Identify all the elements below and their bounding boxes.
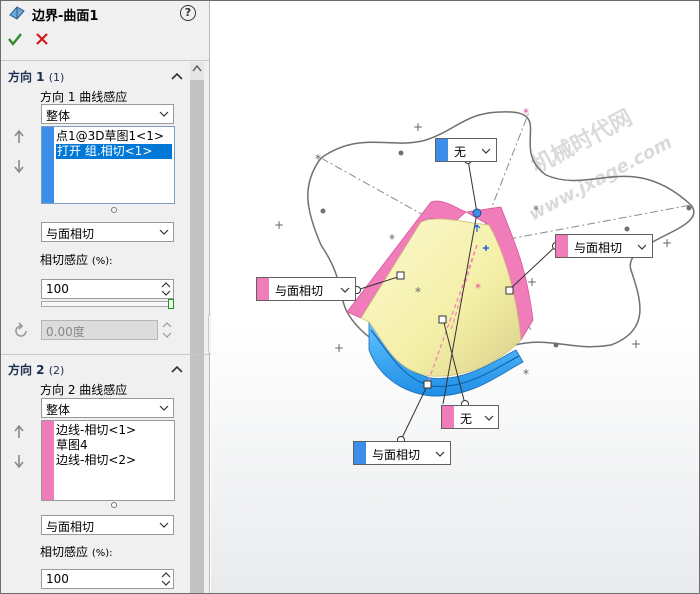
- apex-point: [472, 208, 482, 218]
- svg-text:+: +: [527, 275, 537, 289]
- dir2-curve-influence-label: 方向 2 曲线感应: [40, 383, 128, 397]
- help-icon[interactable]: ?: [180, 5, 196, 21]
- dropdown-arrow-icon: [159, 522, 169, 528]
- list-item[interactable]: 边线-相切<1>: [56, 423, 136, 438]
- slider-thumb[interactable]: [168, 299, 174, 309]
- move-down-arrow-icon[interactable]: [12, 453, 26, 469]
- rotate-angle-icon: [15, 322, 27, 337]
- svg-text:+: +: [413, 120, 423, 134]
- separator: [0, 354, 209, 355]
- spin-down-icon[interactable]: [160, 289, 172, 297]
- dir1-curve-influence-label: 方向 1 曲线感应: [40, 90, 128, 104]
- svg-text:*: *: [523, 106, 529, 120]
- svg-text:*: *: [415, 285, 421, 299]
- dir1-angle-input[interactable]: 0.00度: [41, 320, 158, 340]
- spin-down-icon[interactable]: [160, 579, 172, 587]
- move-down-arrow-icon[interactable]: [12, 158, 26, 174]
- graphics-viewport[interactable]: 机械时代网 www.jxage.com * * * * * + + + + + …: [211, 0, 700, 594]
- svg-text:*: *: [533, 203, 539, 217]
- svg-text:*: *: [389, 232, 395, 246]
- spin-up-icon[interactable]: [160, 281, 172, 289]
- dir2-curves-list[interactable]: 边线-相切<1> 草图4 边线-相切<2>: [41, 420, 175, 501]
- callout-right-tangent[interactable]: 与面相切: [555, 234, 653, 258]
- list-item[interactable]: 点1@3D草图1<1>: [56, 129, 164, 144]
- dropdown-arrow-icon: [159, 405, 169, 411]
- dropdown-arrow-icon: [159, 111, 169, 117]
- callout-color-stripe: [442, 406, 454, 428]
- dir2-tangent-influence-input[interactable]: 100: [41, 569, 174, 589]
- svg-text:*: *: [523, 367, 529, 381]
- list-item[interactable]: 边线-相切<2>: [56, 453, 136, 468]
- ok-check-icon[interactable]: [7, 31, 23, 47]
- dropdown-arrow-icon: [637, 244, 647, 250]
- callout-bottom-none[interactable]: 无: [441, 405, 499, 429]
- svg-text:+: +: [274, 218, 284, 232]
- feature-title: 边界-曲面1: [32, 9, 99, 24]
- separator: [0, 60, 209, 61]
- angle-spin-buttons-icon[interactable]: [160, 320, 174, 340]
- title-bar: 边界-曲面1 ?: [0, 0, 209, 26]
- callout-color-stripe: [354, 442, 366, 464]
- dir2-curve-influence-select[interactable]: 整体: [41, 398, 174, 418]
- cancel-x-icon[interactable]: [34, 31, 50, 47]
- svg-text:+: +: [631, 337, 641, 351]
- dropdown-arrow-icon: [435, 451, 445, 457]
- dir1-curve-influence-select[interactable]: 整体: [41, 104, 174, 124]
- direction1-header[interactable]: 方向 1 (1): [8, 68, 64, 85]
- dir2-tangent-influence-label: 相切感应 (%):: [40, 545, 113, 559]
- boundary-surface-icon: [9, 6, 25, 20]
- dropdown-arrow-icon: [159, 229, 169, 235]
- callout-bottom-tangent[interactable]: 与面相切: [353, 441, 451, 465]
- resize-handle[interactable]: [111, 502, 117, 508]
- callout-color-stripe: [436, 139, 448, 161]
- callout-left-tangent[interactable]: 与面相切: [256, 277, 356, 301]
- callout-top-none[interactable]: 无: [435, 138, 497, 162]
- scroll-up-arrow-icon[interactable]: [190, 62, 204, 76]
- dir1-tangent-influence-label: 相切感应 (%):: [40, 253, 113, 267]
- svg-text:+: +: [662, 236, 672, 250]
- collapse-caret-icon[interactable]: [170, 364, 184, 374]
- dropdown-arrow-icon: [484, 415, 494, 421]
- svg-text:*: *: [315, 152, 321, 166]
- dir1-tangent-influence-input[interactable]: 100: [41, 279, 174, 299]
- direction2-header[interactable]: 方向 2 (2): [8, 361, 64, 378]
- dir1-color-stripe: [42, 127, 54, 203]
- spin-up-icon[interactable]: [160, 571, 172, 579]
- svg-text:+: +: [334, 341, 344, 355]
- move-up-arrow-icon[interactable]: [12, 129, 26, 145]
- resize-handle[interactable]: [111, 207, 117, 213]
- property-manager: 边界-曲面1 ? 方向 1 (1) 方向 1 曲线感应 整体 点1@3D草图1<…: [0, 0, 210, 594]
- scroll-thumb[interactable]: [190, 80, 204, 594]
- callout-color-stripe: [556, 235, 568, 257]
- list-item[interactable]: 草图4: [56, 438, 88, 453]
- move-up-arrow-icon[interactable]: [12, 424, 26, 440]
- dir1-tangent-type-select[interactable]: 与面相切: [41, 222, 174, 242]
- list-item-selected[interactable]: 打开 组.相切<1>: [56, 144, 172, 159]
- dir2-color-stripe: [42, 421, 54, 500]
- svg-text:*: *: [475, 281, 481, 295]
- dir1-tangent-influence-slider[interactable]: [41, 299, 174, 309]
- dir2-tangent-type-select[interactable]: 与面相切: [41, 515, 174, 535]
- dir1-curves-list[interactable]: 点1@3D草图1<1> 打开 组.相切<1>: [41, 126, 175, 204]
- dropdown-arrow-icon: [481, 148, 491, 154]
- dropdown-arrow-icon: [340, 287, 350, 293]
- collapse-caret-icon[interactable]: [170, 71, 184, 81]
- callout-color-stripe: [257, 278, 269, 300]
